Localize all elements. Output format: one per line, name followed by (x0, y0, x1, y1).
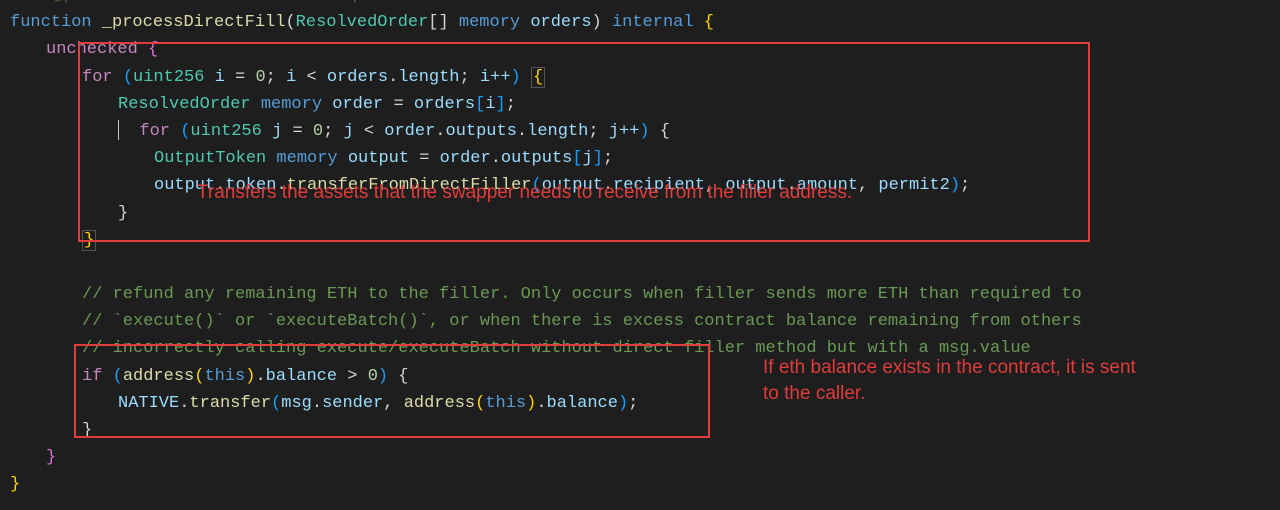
code-line-close-for-i: } (10, 227, 1280, 254)
code-line-output-decl: OutputToken memory output = order.output… (10, 145, 1280, 172)
code-line-close-function: } (10, 471, 1280, 498)
code-line-function-sig: function _processDirectFill(ResolvedOrde… (10, 9, 1280, 36)
code-line-unchecked: unchecked { (10, 36, 1280, 63)
code-line-blank (10, 254, 1280, 281)
annotation-transfer-loop: Transfers the assets that the swapper ne… (197, 180, 852, 206)
code-line-for-i: for (uint256 i = 0; i < orders.length; i… (10, 64, 1280, 91)
code-line-order-decl: ResolvedOrder memory order = orders[i]; (10, 91, 1280, 118)
code-line-close-if: } (10, 417, 1280, 444)
code-line-close-unchecked: } (10, 444, 1280, 471)
code-line-for-j: for (uint256 j = 0; j < order.outputs.le… (10, 118, 1280, 145)
annotation-eth-refund: If eth balance exists in the contract, i… (763, 355, 1243, 406)
code-line-comment1: // refund any remaining ETH to the fille… (10, 281, 1280, 308)
code-line-docparam: /// @param orders The orders to process (10, 0, 1280, 9)
code-editor[interactable]: /// @param orders The orders to process … (0, 0, 1280, 499)
code-line-comment2: // `execute()` or `executeBatch()`, or w… (10, 308, 1280, 335)
